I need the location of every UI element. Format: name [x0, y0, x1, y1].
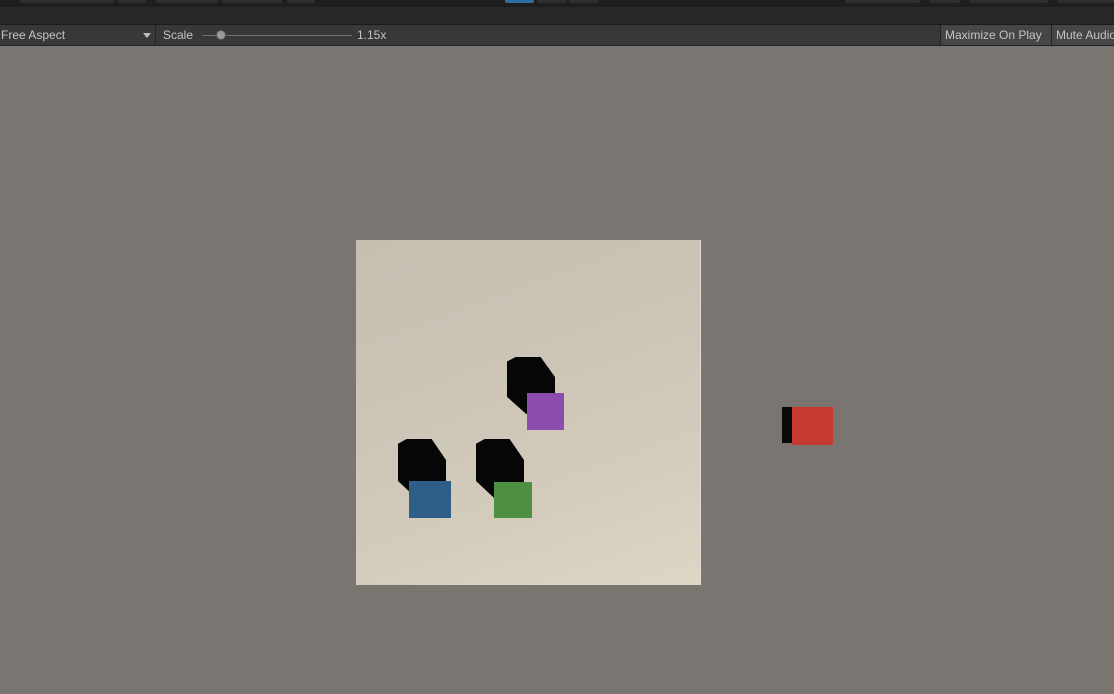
play-button[interactable]	[505, 0, 534, 3]
dropdown-arrow-icon	[143, 33, 151, 38]
scale-slider-thumb[interactable]	[216, 30, 226, 40]
editor-toolbar-strip	[0, 0, 1114, 7]
scale-slider[interactable]	[202, 29, 352, 41]
pause-button[interactable]	[537, 0, 566, 3]
scale-label: Scale	[163, 28, 194, 42]
mute-audio-button[interactable]: Mute Audio	[1051, 25, 1114, 45]
toolbar-segment[interactable]	[930, 0, 960, 3]
aspect-dropdown[interactable]: Free Aspect	[0, 25, 156, 45]
purple-cube	[527, 393, 564, 430]
table-surface	[356, 240, 701, 585]
toolbar-segment[interactable]	[118, 0, 146, 3]
scale-value: 1.15x	[357, 28, 387, 42]
toolbar-segment[interactable]	[222, 0, 282, 3]
game-viewport[interactable]	[0, 46, 1114, 694]
toolbar-segment[interactable]	[1058, 0, 1114, 3]
green-cube	[494, 482, 532, 518]
toolbar-segment[interactable]	[156, 0, 219, 3]
unity-game-view: Free Aspect Scale 1.15x Maximize On Play…	[0, 0, 1114, 694]
maximize-on-play-button[interactable]: Maximize On Play	[940, 25, 1051, 45]
toolbar-segment[interactable]	[287, 0, 315, 3]
toolbar-segment[interactable]	[20, 0, 115, 3]
blue-cube	[409, 481, 451, 518]
step-button[interactable]	[569, 0, 598, 3]
red-cube	[792, 407, 833, 445]
game-view-controls: Free Aspect Scale 1.15x Maximize On Play…	[0, 25, 1114, 46]
aspect-value: Free Aspect	[1, 28, 66, 42]
toolbar-segment[interactable]	[970, 0, 1048, 3]
tab-bar	[0, 7, 1114, 25]
toolbar-segment[interactable]	[845, 0, 920, 3]
